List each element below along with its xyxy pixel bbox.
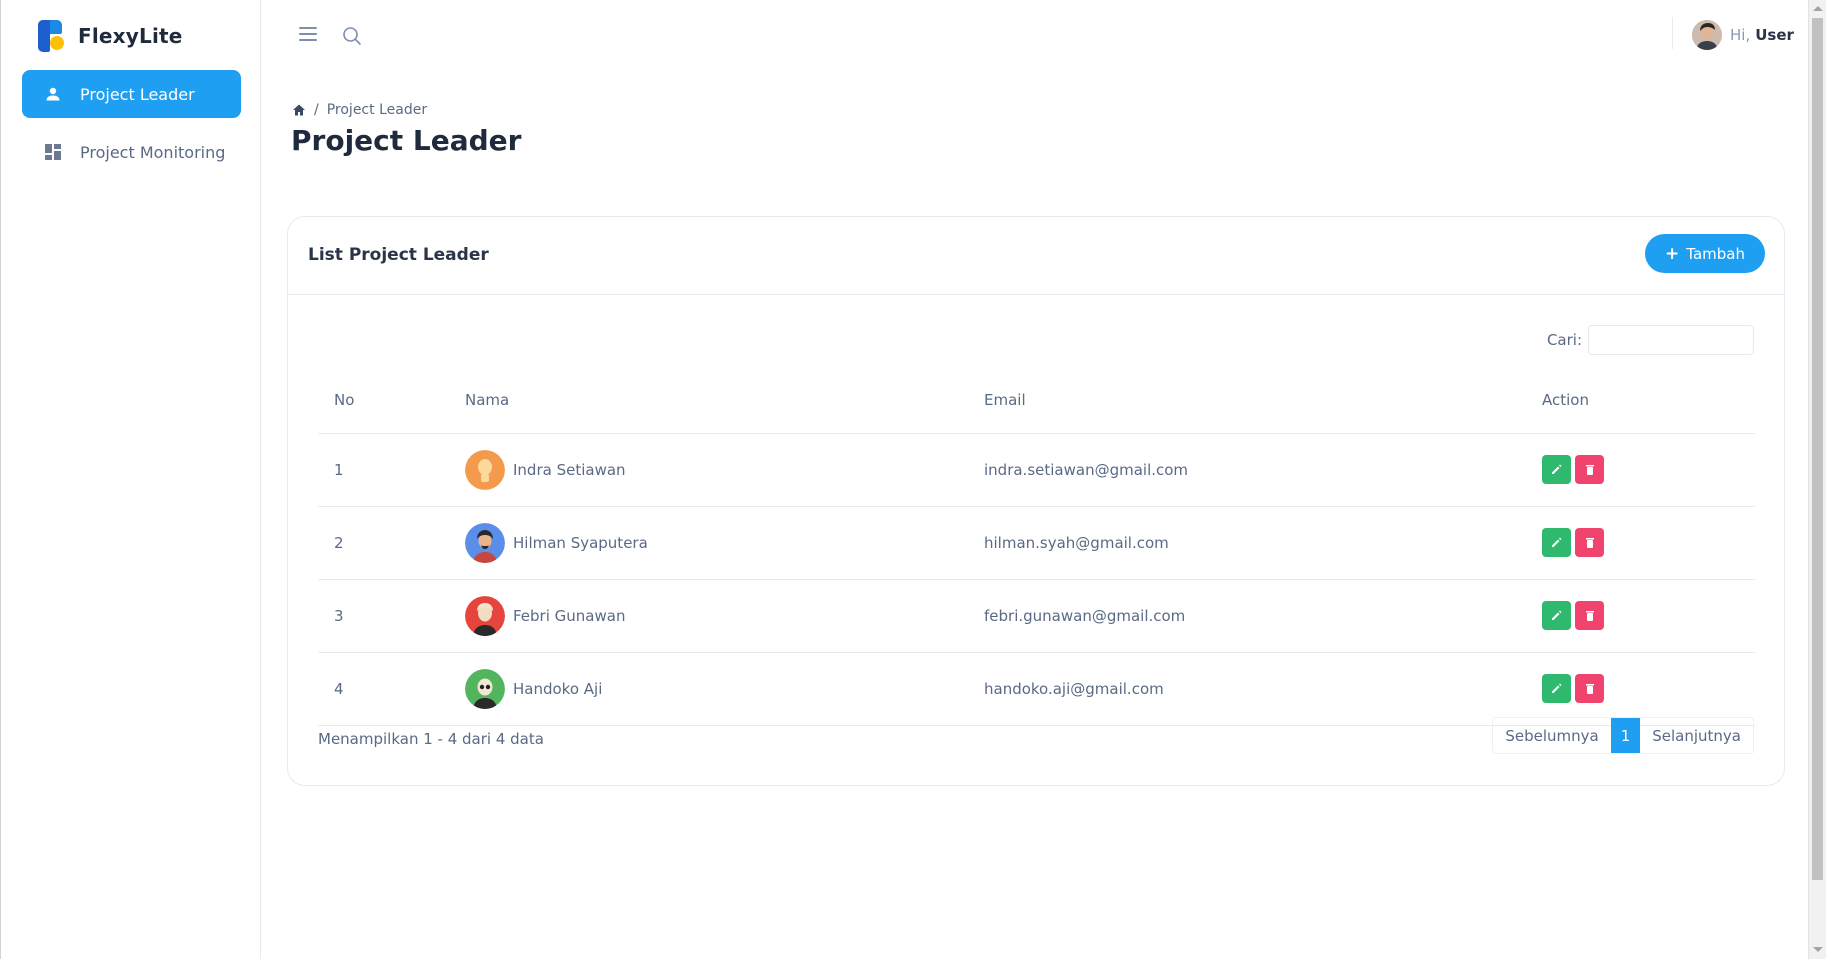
avatar (465, 522, 505, 563)
pencil-icon (1552, 464, 1562, 474)
previous-page-button[interactable]: Sebelumnya (1493, 718, 1610, 753)
sidebar-item-project-leader[interactable]: Project Leader (22, 70, 241, 118)
row-email: indra.setiawan@gmail.com (968, 433, 1526, 507)
topbar-divider (1672, 17, 1673, 49)
scroll-up-icon[interactable] (1813, 6, 1823, 11)
row-name: Indra Setiawan (513, 460, 626, 479)
search-input[interactable] (1588, 325, 1754, 355)
row-number: 1 (318, 433, 449, 507)
user-name: User (1755, 26, 1794, 44)
brand-logo-icon (38, 20, 64, 52)
row-number: 3 (318, 579, 449, 653)
trash-icon (1585, 538, 1594, 548)
table-row: 4 Handoko Aji handoko.aji@gmail.com (318, 652, 1755, 726)
row-name: Febri Gunawan (513, 606, 626, 625)
edit-button[interactable] (1542, 528, 1571, 557)
trash-icon (1585, 611, 1594, 621)
search-label: Cari: (1546, 331, 1582, 349)
row-email: febri.gunawan@gmail.com (968, 579, 1526, 653)
add-button[interactable]: + Tambah (1645, 234, 1765, 273)
card-title: List Project Leader (308, 245, 489, 265)
row-email: hilman.syah@gmail.com (968, 506, 1526, 580)
brand-name: FlexyLite (78, 24, 183, 48)
sidebar: FlexyLite Project Leader Project Monitor… (2, 0, 261, 959)
avatar (465, 449, 505, 490)
user-icon (44, 85, 62, 103)
row-number: 2 (318, 506, 449, 580)
scrollbar-thumb[interactable] (1812, 18, 1823, 880)
app-window: FlexyLite Project Leader Project Monitor… (0, 0, 1808, 959)
search-icon[interactable] (342, 26, 362, 46)
topbar: Hi, User (262, 0, 1809, 70)
dashboard-icon (44, 143, 62, 161)
sidebar-item-label: Project Monitoring (80, 142, 226, 162)
home-icon[interactable] (292, 103, 306, 117)
delete-button[interactable] (1575, 528, 1604, 557)
column-header-email[interactable]: Email (968, 367, 1526, 434)
breadcrumb-current: Project Leader (326, 102, 428, 118)
user-greeting: Hi, (1730, 26, 1751, 44)
user-menu[interactable]: Hi, User (1692, 20, 1794, 50)
breadcrumb-separator: / (314, 102, 319, 118)
page-1-button[interactable]: 1 (1610, 718, 1641, 753)
pagination: Sebelumnya 1 Selanjutnya (1492, 717, 1754, 754)
pencil-icon (1552, 610, 1562, 620)
page-title: Project Leader (291, 124, 522, 157)
next-page-button[interactable]: Selanjutnya (1640, 718, 1753, 753)
row-number: 4 (318, 652, 449, 726)
table-header-row: No Nama Email Action (318, 367, 1755, 434)
edit-button[interactable] (1542, 674, 1571, 703)
add-button-label: Tambah (1686, 244, 1745, 263)
column-header-nama[interactable]: Nama (449, 367, 968, 434)
edit-button[interactable] (1542, 455, 1571, 484)
table-search: Cari: (1547, 325, 1754, 355)
project-leader-table: No Nama Email Action 1 Indra Setiawan in… (318, 367, 1755, 726)
trash-icon (1585, 465, 1594, 475)
menu-toggle-icon[interactable] (299, 27, 317, 41)
pencil-icon (1552, 537, 1562, 547)
delete-button[interactable] (1575, 601, 1604, 630)
row-name: Hilman Syaputera (513, 533, 648, 552)
edit-button[interactable] (1542, 601, 1571, 630)
brand[interactable]: FlexyLite (38, 20, 183, 52)
sidebar-item-label: Project Leader (80, 84, 195, 104)
table-info: Menampilkan 1 - 4 dari 4 data (318, 730, 544, 748)
scrollbar[interactable] (1808, 0, 1826, 959)
avatar (465, 668, 505, 709)
pencil-icon (1552, 683, 1562, 693)
plus-icon: + (1665, 243, 1680, 264)
card-header: List Project Leader + Tambah (288, 217, 1784, 295)
table-row: 2 Hilman Syaputera hilman.syah@gmail.com (318, 506, 1755, 580)
breadcrumb: / Project Leader (292, 102, 427, 118)
row-email: handoko.aji@gmail.com (968, 652, 1526, 726)
trash-icon (1585, 684, 1594, 694)
table-row: 3 Febri Gunawan febri.gunawan@gmail.com (318, 579, 1755, 653)
delete-button[interactable] (1575, 455, 1604, 484)
column-header-no[interactable]: No (318, 367, 449, 434)
avatar (1692, 20, 1722, 50)
sidebar-item-project-monitoring[interactable]: Project Monitoring (22, 128, 241, 176)
scroll-down-icon[interactable] (1813, 947, 1823, 952)
column-header-action: Action (1526, 367, 1755, 434)
delete-button[interactable] (1575, 674, 1604, 703)
avatar (465, 595, 505, 636)
row-name: Handoko Aji (513, 679, 603, 698)
project-leader-card: List Project Leader + Tambah Cari: No Na… (287, 216, 1785, 786)
table-row: 1 Indra Setiawan indra.setiawan@gmail.co… (318, 433, 1755, 507)
